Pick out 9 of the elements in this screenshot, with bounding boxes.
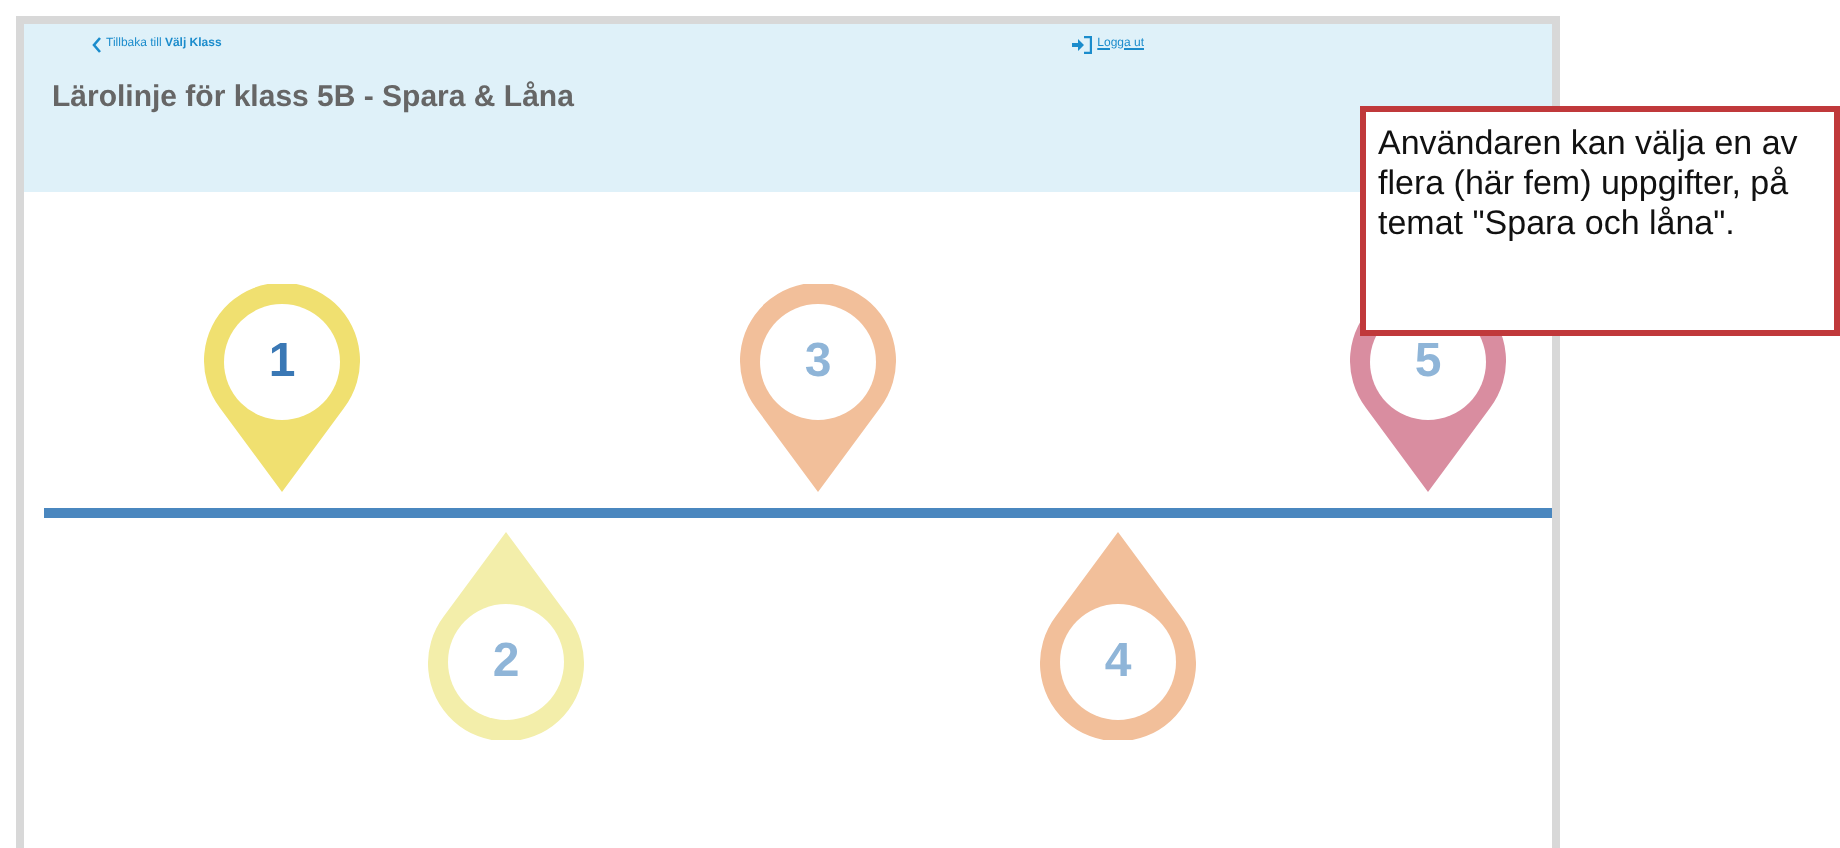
page-title: Lärolinje för klass 5B - Spara & Låna <box>52 78 576 118</box>
pin-number: 5 <box>1412 334 1444 390</box>
pin-number: 1 <box>266 334 298 390</box>
pin-number: 4 <box>1102 634 1134 690</box>
pin-number: 3 <box>802 334 834 390</box>
callout-tooltip: Användaren kan välja en av flera (här fem) uppgifter, på temat "Spara och låna". <box>1360 106 1840 336</box>
chevron-left-icon <box>92 35 102 53</box>
sign-in-icon <box>1071 35 1092 53</box>
pin-number: 2 <box>490 634 522 690</box>
